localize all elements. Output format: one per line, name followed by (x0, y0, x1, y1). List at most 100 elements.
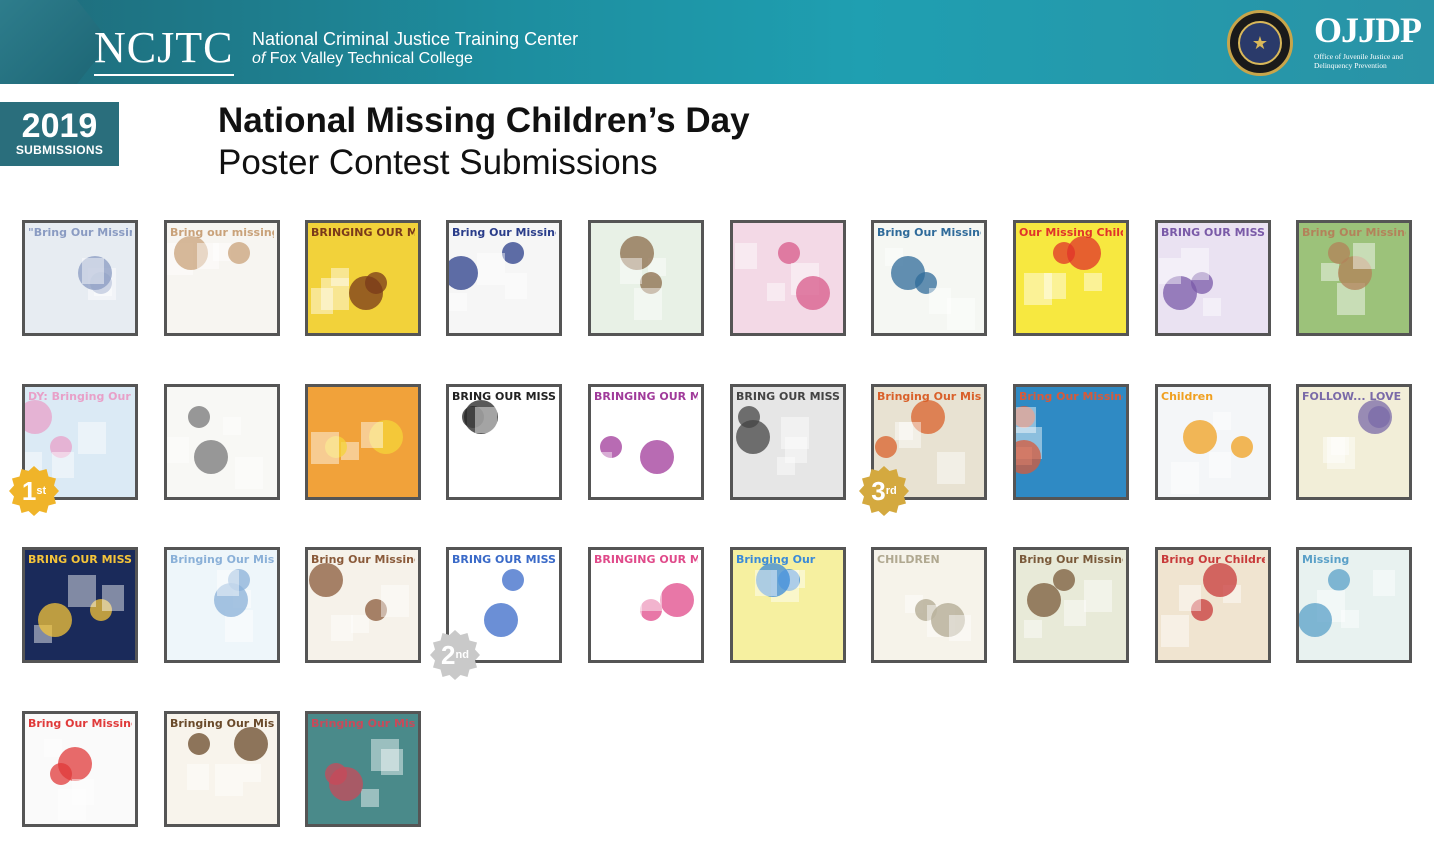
poster-caption: Our Missing Children Home (1019, 227, 1123, 239)
poster-thumbnail[interactable]: Bring Our Missing Children Home (446, 220, 562, 336)
poster-caption: Bringing Our Missing Children (311, 718, 415, 730)
poster-shape (187, 764, 209, 790)
poster-thumbnail[interactable]: Bring Our Missing Children HOME (1296, 220, 1412, 336)
poster-caption: BRING OUR MISSING CHILDREN (452, 554, 556, 566)
poster-thumbnail[interactable]: Bringing Our Missing Children (305, 711, 421, 827)
poster-artwork (735, 242, 830, 310)
poster-thumbnail[interactable]: Bring our missing children home (164, 220, 280, 336)
poster-artwork (1159, 248, 1221, 316)
poster-shape (381, 749, 403, 775)
poster-thumbnail[interactable]: Bring Our Children Home (1155, 547, 1271, 663)
poster-artwork (1016, 406, 1042, 474)
ojjdp-logo[interactable]: OJJDP Office of Juvenile Justice and Del… (1314, 12, 1422, 70)
poster-shape (475, 407, 497, 433)
poster-thumbnail[interactable]: "Bring Our Missing Children Home" (22, 220, 138, 336)
page-title-line1: National Missing Children’s Day (218, 101, 750, 140)
poster-artwork (1024, 236, 1102, 305)
poster-thumbnail[interactable]: Bring Our Missing Children HOME (1013, 547, 1129, 663)
poster-artwork (1323, 400, 1392, 469)
poster-shape (736, 420, 770, 454)
poster-artwork (325, 739, 403, 807)
poster-caption: DY: Bringing Our Missing Children Home (28, 391, 132, 403)
poster-shape (640, 440, 674, 474)
poster-caption: Bring Our Missing Children Home (28, 718, 132, 730)
poster-shape (796, 276, 830, 310)
poster-shape (1024, 620, 1042, 638)
poster-caption: Bringing Our Missing Children (170, 554, 274, 566)
poster-shape (937, 452, 965, 484)
poster-thumbnail[interactable]: FOLLOW... LOVE BRING OUR MISSING CHILDRE… (1296, 384, 1412, 500)
poster-shape (1299, 603, 1332, 637)
poster-thumbnail[interactable]: Our Missing Children Home (1013, 220, 1129, 336)
poster-thumbnail[interactable]: Bringing Our Missing Children (164, 547, 280, 663)
page-title-line2: Poster Contest Submissions (218, 143, 658, 182)
poster-artwork (1024, 569, 1112, 638)
poster-shape (52, 452, 74, 478)
poster-shape (1171, 462, 1199, 494)
poster-shape (243, 764, 261, 782)
poster-shape (38, 603, 72, 637)
poster-thumbnail[interactable]: BRING OUR MISSING CHILDREN HOME (730, 384, 846, 500)
poster-thumbnail[interactable] (588, 220, 704, 336)
poster-thumbnail[interactable]: BRING OUR MISSING CHILDREN HOME (446, 384, 562, 500)
poster-shape (735, 243, 757, 269)
poster-shape (614, 595, 642, 627)
poster-shape (311, 432, 339, 464)
poster-thumbnail[interactable]: CHILDREN (871, 547, 987, 663)
poster-artwork (214, 569, 253, 642)
poster-thumbnail[interactable]: Bring Our Missing Children Home! (305, 547, 421, 663)
poster-shape (102, 585, 124, 611)
poster-thumbnail[interactable]: BRINGING OUR MISSING (588, 547, 704, 663)
poster-caption: Bring our missing children home (170, 227, 274, 239)
poster-thumbnail[interactable]: Bring Our Missing Children Home (22, 711, 138, 827)
poster-shape (1358, 400, 1392, 434)
poster-thumbnail[interactable] (730, 220, 846, 336)
poster-shape (82, 258, 104, 284)
poster-caption: "Bring Our Missing Children Home" (28, 227, 132, 239)
poster-shape (449, 293, 467, 311)
poster-shape (1213, 412, 1231, 430)
poster-shape (1373, 570, 1395, 596)
poster-shape (1044, 273, 1066, 299)
poster-shape (1203, 298, 1221, 316)
poster-shape (778, 242, 800, 264)
poster-shape (349, 276, 383, 310)
ojjdp-name: Office of Juvenile Justice and Delinquen… (1314, 52, 1404, 70)
poster-thumbnail[interactable]: Bringing Our (730, 547, 846, 663)
poster-thumbnail[interactable]: Bring Our Missing Children (871, 220, 987, 336)
poster-caption: BRING OUR MISSING CHILDREN (1161, 227, 1265, 239)
poster-shape (1203, 563, 1237, 597)
poster-caption: Bringing Our Missing Children Home (170, 718, 274, 730)
poster-thumbnail[interactable]: Bring Our Missing Children Home (1013, 384, 1129, 500)
poster-artwork (591, 432, 676, 478)
poster-thumbnail[interactable]: Bringing Our Missing Children Home (164, 711, 280, 827)
poster-thumbnail[interactable] (305, 384, 421, 500)
poster-caption: Bringing Our Missing Children Home (877, 391, 981, 403)
poster-thumbnail[interactable]: BRINGING OUR MISSING CHILDREN HOME (305, 220, 421, 336)
poster-thumbnail[interactable]: Children (1155, 384, 1271, 500)
poster-shape (167, 437, 189, 463)
poster-artwork (311, 420, 403, 464)
poster-thumbnail[interactable] (164, 384, 280, 500)
poster-thumbnail[interactable]: BRING OUR MISSING CHILDREN HOME (22, 547, 138, 663)
poster-thumbnail[interactable]: BRINGING OUR MISSING (588, 384, 704, 500)
poster-thumbnail[interactable]: BRING OUR MISSING CHILDREN (1155, 220, 1271, 336)
poster-shape (194, 440, 228, 474)
poster-thumbnail[interactable]: Missing (1296, 547, 1412, 663)
poster-caption: Children (1161, 391, 1214, 403)
poster-shape (72, 779, 94, 805)
poster-shape (525, 600, 547, 626)
poster-caption: BRING OUR MISSING CHILDREN HOME (736, 391, 840, 403)
poster-artwork (614, 583, 694, 627)
ncjtc-logo[interactable]: NCJTC (94, 26, 234, 76)
poster-artwork (1171, 412, 1253, 494)
poster-caption: Bring Our Missing Children Home! (311, 554, 415, 566)
poster-artwork (1321, 242, 1375, 315)
poster-shape (1067, 236, 1101, 270)
poster-shape (891, 256, 925, 290)
poster-caption: BRING OUR MISSING CHILDREN HOME (28, 554, 132, 566)
poster-shape (223, 417, 241, 435)
poster-shape (1183, 420, 1217, 454)
poster-artwork (44, 739, 94, 821)
poster-shape (591, 452, 612, 478)
